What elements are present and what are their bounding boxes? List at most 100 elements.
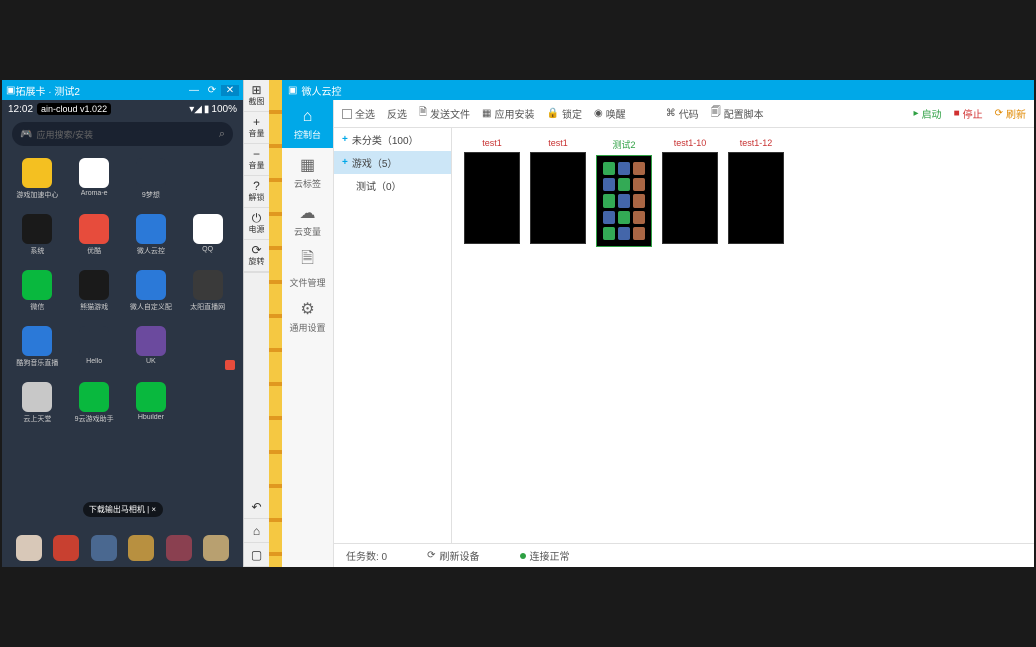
select-all-action[interactable]: 全选 — [342, 106, 375, 121]
start-action[interactable]: ▸启动 — [914, 106, 942, 121]
dock-app[interactable] — [166, 535, 192, 561]
script-action[interactable]: 🗐配置脚本 — [711, 105, 764, 122]
tree-item[interactable]: 测试（0） — [334, 174, 451, 197]
nav-icon: ⌂ — [303, 108, 313, 126]
dock-app[interactable] — [91, 535, 117, 561]
tree-item[interactable]: +游戏（5） — [334, 151, 451, 174]
nav-通用设置[interactable]: ⚙通用设置 — [282, 292, 333, 340]
refresh-devices[interactable]: ⟳刷新设备 — [427, 548, 479, 563]
app-label: QQ — [202, 246, 213, 253]
refresh-icon: ⟳ — [427, 550, 435, 561]
version-badge: ain-cloud v1.022 — [37, 103, 111, 115]
app-label: 微信 — [30, 302, 44, 312]
app-item[interactable]: 微信 — [12, 270, 63, 312]
tool-icon: ⊞ — [251, 84, 261, 96]
search-bar[interactable]: 🎮 应用搜索/安装 ⌕ — [12, 122, 233, 146]
tool-截图[interactable]: ⊞截图 — [244, 80, 269, 112]
app-item[interactable]: Hello — [69, 326, 120, 368]
nav-icon: ⚙ — [300, 299, 314, 319]
search-icon: ⌕ — [219, 128, 225, 141]
app-icon — [79, 270, 109, 300]
dock-bubble[interactable]: 下载输出马相机 | × — [83, 502, 163, 517]
app-item[interactable]: 9梦想 — [126, 158, 177, 200]
nav-文件管理[interactable]: 🗎文件管理 — [282, 244, 333, 292]
grid-icon: ▦ — [482, 108, 491, 119]
wifi-icon: ▾◢ — [189, 104, 202, 115]
tool-电源[interactable]: ⏻电源 — [244, 208, 269, 240]
tree-panel: +未分类（100）+游戏（5）测试（0） — [334, 128, 452, 543]
minimize-button[interactable]: — — [185, 85, 203, 96]
app-item[interactable]: Aroma-e — [69, 158, 120, 200]
app-item[interactable]: 系统 — [12, 214, 63, 256]
dock-app[interactable] — [128, 535, 154, 561]
code-action[interactable]: ⌘代码 — [666, 106, 699, 121]
app-icon — [193, 270, 223, 300]
invert-action[interactable]: 反选 — [387, 106, 407, 121]
window-divider[interactable] — [269, 80, 282, 567]
app-item[interactable]: QQ — [182, 214, 233, 256]
install-app-action[interactable]: ▦应用安装 — [482, 106, 534, 121]
app-icon — [79, 158, 109, 188]
device-card[interactable]: test1 — [530, 138, 586, 244]
status-bar: 任务数: 0 ⟳刷新设备 连接正常 — [334, 543, 1034, 567]
dock-app[interactable] — [53, 535, 79, 561]
cloud-main: 全选 反选 🗎发送文件 ▦应用安装 🔒锁定 ◉唤醒 ⌘代码 🗐配置脚本 ▸启动 … — [334, 100, 1034, 567]
app-icon — [22, 270, 52, 300]
app-item[interactable]: UK — [126, 326, 177, 368]
tool-解锁[interactable]: ?解锁 — [244, 176, 269, 208]
battery-icon: ▮ — [204, 104, 210, 115]
device-thumb — [662, 152, 718, 244]
tree-item[interactable]: +未分类（100） — [334, 128, 451, 151]
app-item[interactable]: Hbuilder — [126, 382, 177, 424]
nav-icon: 🗎 — [301, 247, 314, 274]
app-item[interactable]: 9云游戏助手 — [69, 382, 120, 424]
app-label: 系统 — [30, 246, 44, 256]
cloud-app-icon: ▣ — [288, 85, 297, 96]
app-item[interactable]: 熊猫游戏 — [69, 270, 120, 312]
nav-控制台[interactable]: ⌂控制台 — [282, 100, 333, 148]
refresh-action[interactable]: ⟳刷新 — [995, 106, 1026, 121]
device-label: test1-12 — [740, 138, 773, 148]
stop-action[interactable]: ■停止 — [954, 106, 983, 121]
app-icon — [136, 214, 166, 244]
dock-app[interactable] — [203, 535, 229, 561]
reload-button[interactable]: ⟳ — [203, 85, 221, 96]
device-label: test1-10 — [674, 138, 707, 148]
notification-dot[interactable] — [225, 360, 235, 370]
app-icon — [22, 158, 52, 188]
checkbox-icon — [342, 109, 352, 119]
send-file-action[interactable]: 🗎发送文件 — [419, 105, 470, 122]
nav-button[interactable]: ⌂ — [244, 519, 269, 543]
app-item[interactable]: 微人云控 — [126, 214, 177, 256]
app-item[interactable]: 游戏加速中心 — [12, 158, 63, 200]
app-item[interactable]: 酷狗音乐直播 — [12, 326, 63, 368]
nav-button[interactable]: ▢ — [244, 543, 269, 567]
app-label: 微人云控 — [137, 246, 165, 256]
device-card[interactable]: 测试2 — [596, 138, 652, 247]
nav-云变量[interactable]: ☁云变量 — [282, 196, 333, 244]
tool-音量[interactable]: −音量 — [244, 144, 269, 176]
action-bar: 全选 反选 🗎发送文件 ▦应用安装 🔒锁定 ◉唤醒 ⌘代码 🗐配置脚本 ▸启动 … — [334, 100, 1034, 128]
tool-icon: + — [253, 116, 260, 128]
tool-icon: − — [253, 148, 260, 160]
device-card[interactable]: test1-12 — [728, 138, 784, 244]
nav-button[interactable]: ↶ — [244, 495, 269, 519]
close-button[interactable]: ✕ — [221, 85, 239, 96]
nav-云标签[interactable]: ▦云标签 — [282, 148, 333, 196]
app-item[interactable]: 云上天堂 — [12, 382, 63, 424]
code-icon: ⌘ — [666, 108, 676, 119]
app-item[interactable]: 优酷 — [69, 214, 120, 256]
device-card[interactable]: test1 — [464, 138, 520, 244]
app-item[interactable]: 太阳直播网 — [182, 270, 233, 312]
device-thumb — [728, 152, 784, 244]
device-card[interactable]: test1-10 — [662, 138, 718, 244]
tool-音量[interactable]: +音量 — [244, 112, 269, 144]
wake-action[interactable]: ◉唤醒 — [594, 106, 626, 121]
tool-旋转[interactable]: ⟳旋转 — [244, 240, 269, 272]
connection-status: 连接正常 — [520, 548, 570, 563]
app-item[interactable]: 微人自定义配置 — [126, 270, 177, 312]
tool-icon: ⟳ — [251, 244, 261, 256]
lock-action[interactable]: 🔒锁定 — [547, 106, 582, 121]
dock-app[interactable] — [16, 535, 42, 561]
device-thumb — [530, 152, 586, 244]
